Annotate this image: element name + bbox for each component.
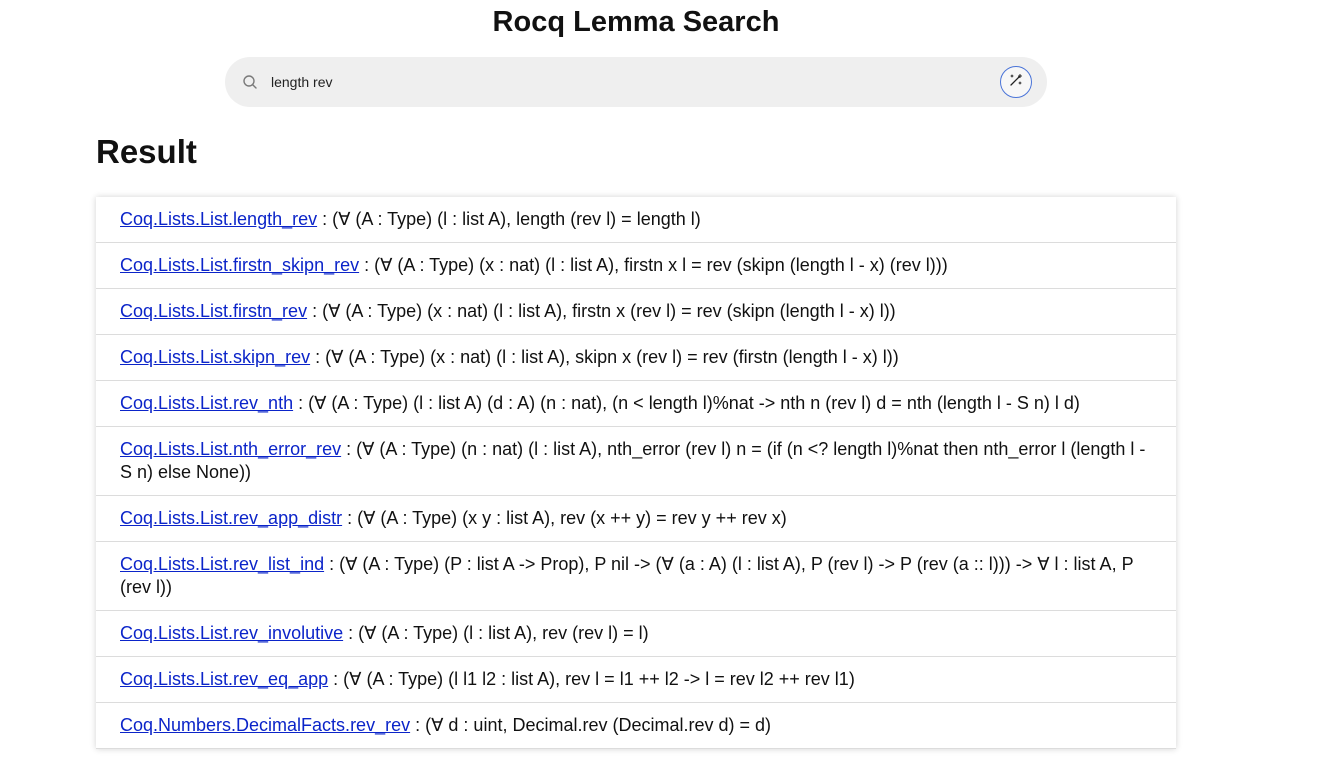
result-item: Coq.Numbers.DecimalFacts.rev_rev : (∀ d … [96,703,1176,749]
results-heading: Result [96,133,197,170]
result-item: Coq.Lists.List.length_rev : (∀ (A : Type… [96,197,1176,243]
result-item: Coq.Lists.List.firstn_skipn_rev : (∀ (A … [96,243,1176,289]
result-type: : (∀ (A : Type) (x : nat) (l : list A), … [312,301,896,321]
page-title: Rocq Lemma Search [492,6,780,38]
magic-wand-icon [1009,73,1023,92]
magic-search-button[interactable] [1000,66,1032,98]
result-link[interactable]: Coq.Lists.List.firstn_rev [120,301,307,321]
result-item: Coq.Lists.List.rev_nth : (∀ (A : Type) (… [96,381,1176,427]
result-link[interactable]: Coq.Lists.List.rev_app_distr [120,508,342,528]
result-item: Coq.Lists.List.rev_involutive : (∀ (A : … [96,611,1176,657]
result-type: : (∀ d : uint, Decimal.rev (Decimal.rev … [415,715,772,735]
result-link[interactable]: Coq.Lists.List.length_rev [120,209,317,229]
result-type: : (∀ (A : Type) (l : list A), length (re… [322,209,701,229]
result-type: : (∀ (A : Type) (l l1 l2 : list A), rev … [333,669,855,689]
result-type: : (∀ (A : Type) (x : nat) (l : list A), … [364,255,948,275]
result-type: : (∀ (A : Type) (x y : list A), rev (x +… [347,508,787,528]
result-item: Coq.Lists.List.rev_list_ind : (∀ (A : Ty… [96,542,1176,611]
result-link[interactable]: Coq.Numbers.DecimalFacts.rev_rev [120,715,410,735]
result-type: : (∀ (A : Type) (l : list A) (d : A) (n … [298,393,1080,413]
search-icon [242,74,258,90]
result-item: Coq.Lists.List.skipn_rev : (∀ (A : Type)… [96,335,1176,381]
result-link[interactable]: Coq.Lists.List.rev_nth [120,393,293,413]
result-link[interactable]: Coq.Lists.List.rev_list_ind [120,554,324,574]
result-link[interactable]: Coq.Lists.List.rev_involutive [120,623,343,643]
result-link[interactable]: Coq.Lists.List.nth_error_rev [120,439,341,459]
result-item: Coq.Lists.List.nth_error_rev : (∀ (A : T… [96,427,1176,496]
search-input[interactable] [271,69,971,95]
result-item: Coq.Lists.List.firstn_rev : (∀ (A : Type… [96,289,1176,335]
result-type: : (∀ (A : Type) (x : nat) (l : list A), … [315,347,899,367]
result-item: Coq.Lists.List.rev_app_distr : (∀ (A : T… [96,496,1176,542]
result-link[interactable]: Coq.Lists.List.skipn_rev [120,347,310,367]
result-item: Coq.Lists.List.rev_eq_app : (∀ (A : Type… [96,657,1176,703]
results-list: Coq.Lists.List.length_rev : (∀ (A : Type… [96,197,1176,749]
result-link[interactable]: Coq.Lists.List.firstn_skipn_rev [120,255,359,275]
result-type: : (∀ (A : Type) (l : list A), rev (rev l… [348,623,649,643]
search-bar [225,57,1047,107]
result-link[interactable]: Coq.Lists.List.rev_eq_app [120,669,328,689]
